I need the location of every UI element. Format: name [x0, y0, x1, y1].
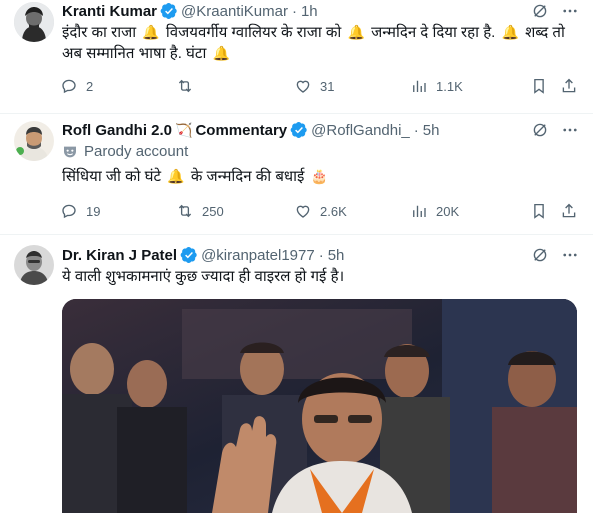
author-handle[interactable]: @KraantiKumar	[181, 3, 288, 20]
parody-text: Parody account	[84, 143, 189, 160]
text-segment: विजयवर्गीय ग्वालियर के राजा को	[165, 24, 342, 41]
avatar[interactable]	[14, 245, 54, 285]
views-button[interactable]: 1.1K	[410, 76, 463, 96]
timestamp[interactable]: 5h	[423, 122, 440, 139]
bookmark-button[interactable]	[530, 76, 548, 96]
share-button[interactable]	[560, 201, 578, 221]
bookmark-button[interactable]	[530, 201, 548, 221]
like-button[interactable]: 2.6K	[294, 201, 347, 221]
video-frame	[62, 299, 577, 513]
more-icon[interactable]	[561, 2, 579, 20]
like-count: 2.6K	[320, 203, 347, 219]
author-name-suffix[interactable]: Commentary	[195, 122, 287, 139]
tweet-text: सिंधिया जी को घंटे 🔔 के जन्मदिन की बधाई …	[62, 166, 582, 187]
views-count: 20K	[436, 203, 460, 219]
parody-icon	[62, 144, 78, 160]
like-count: 31	[320, 78, 335, 94]
timestamp[interactable]: 1h	[301, 3, 318, 20]
avatar[interactable]	[14, 2, 54, 42]
timestamp[interactable]: 5h	[328, 247, 345, 264]
author-handle[interactable]: @RoflGandhi_	[311, 122, 410, 139]
verified-icon	[180, 246, 198, 264]
bookmark-icon	[530, 77, 548, 95]
parody-account-label[interactable]: Parody account	[62, 143, 188, 160]
action-bar: 19 250 2.6K 20K	[60, 201, 580, 221]
bell-emoji-icon: 🔔	[212, 45, 230, 61]
bell-emoji-icon: 🔔	[167, 168, 185, 184]
views-button[interactable]: 20K	[410, 201, 459, 221]
reply-count: 19	[86, 203, 101, 219]
text-segment: इंदौर का राजा	[62, 24, 137, 41]
text-segment: जन्मदिन दे दिया रहा है.	[371, 24, 496, 41]
bookmark-icon	[530, 202, 548, 220]
author-name[interactable]: Kranti Kumar	[62, 3, 157, 20]
reply-button[interactable]: 2	[60, 76, 93, 96]
separator: ·	[413, 121, 419, 139]
views-count: 1.1K	[436, 78, 463, 94]
separator: ·	[318, 246, 324, 264]
reply-button[interactable]: 19	[60, 201, 100, 221]
text-segment: सिंधिया जी को घंटे	[62, 168, 162, 185]
reply-icon	[60, 77, 78, 95]
cake-emoji-icon: 🎂	[310, 168, 328, 184]
reply-icon	[60, 202, 78, 220]
tweet-text: इंदौर का राजा 🔔 विजयवर्गीय ग्वालियर के र…	[62, 22, 582, 64]
verified-icon	[290, 121, 308, 139]
bell-emoji-icon: 🔔	[347, 24, 365, 40]
author-name[interactable]: Dr. Kiran J Patel	[62, 247, 177, 264]
more-icon[interactable]	[561, 121, 579, 139]
like-icon	[294, 77, 312, 95]
bell-emoji-icon: 🔔	[501, 24, 519, 40]
separator: ·	[291, 2, 297, 20]
grok-icon[interactable]	[531, 2, 549, 20]
author-handle[interactable]: @kiranpatel1977	[201, 247, 315, 264]
grok-icon[interactable]	[531, 121, 549, 139]
tweet-rofl-gandhi[interactable]: Rofl Gandhi 2.0 🏹 Commentary @RoflGandhi…	[0, 113, 593, 235]
action-bar: 2 31 1.1K	[60, 76, 580, 96]
repost-icon	[176, 202, 194, 220]
repost-icon	[176, 77, 194, 95]
tweet-text: ये वाली शुभकामनाएं कुछ ज्यादा ही वाइरल ह…	[62, 268, 345, 285]
more-icon[interactable]	[561, 246, 579, 264]
grok-icon[interactable]	[531, 246, 549, 264]
avatar[interactable]	[14, 121, 54, 161]
text-segment: शब्द तो	[525, 24, 565, 41]
share-icon	[560, 77, 578, 95]
reply-count: 2	[86, 78, 94, 94]
repost-button[interactable]	[176, 76, 202, 96]
views-icon	[410, 202, 428, 220]
tweet-video-thumbnail[interactable]	[62, 299, 577, 513]
tweet-kranti-kumar[interactable]: Kranti Kumar @KraantiKumar · 1h इंदौर का…	[0, 0, 593, 114]
like-button[interactable]: 31	[294, 76, 334, 96]
verified-icon	[160, 2, 178, 20]
bell-emoji-icon: 🔔	[142, 24, 160, 40]
share-icon	[560, 202, 578, 220]
text-segment: के जन्मदिन की बधाई	[190, 168, 305, 185]
repost-button[interactable]: 250	[176, 201, 224, 221]
share-button[interactable]	[560, 76, 578, 96]
text-segment: अब सम्मानित भाषा है. घंटा	[62, 45, 207, 62]
views-icon	[410, 77, 428, 95]
like-icon	[294, 202, 312, 220]
author-name[interactable]: Rofl Gandhi 2.0	[62, 122, 172, 139]
bow-emoji-icon: 🏹	[175, 121, 193, 138]
repost-count: 250	[202, 203, 224, 219]
